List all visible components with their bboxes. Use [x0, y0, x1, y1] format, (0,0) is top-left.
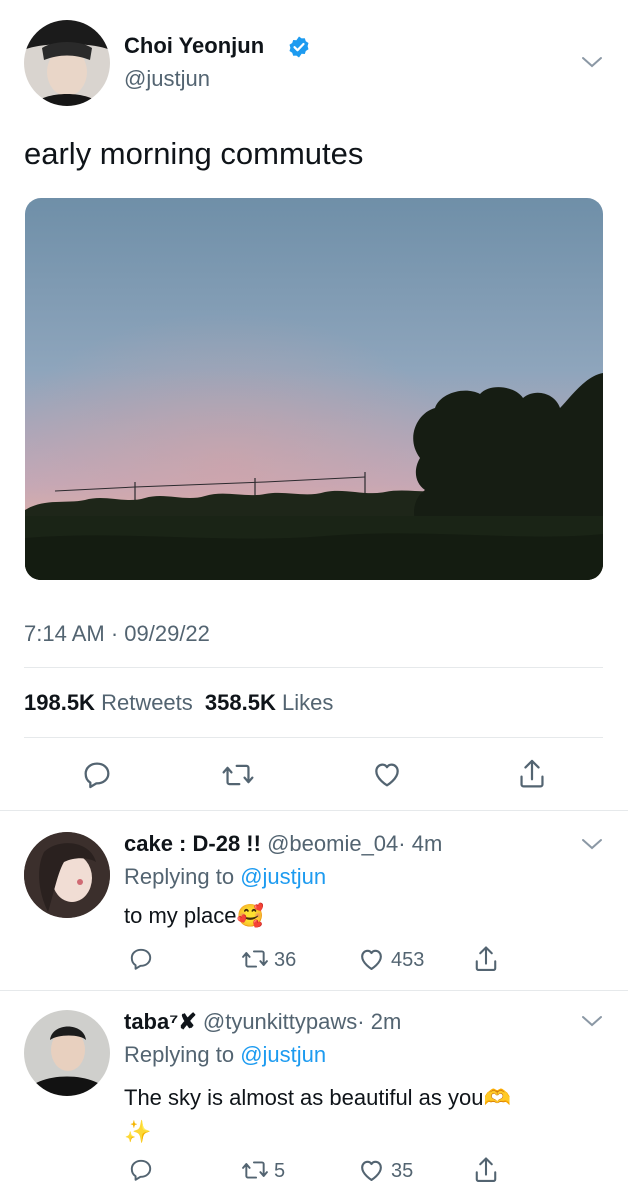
reply-icon[interactable]: [128, 1157, 154, 1183]
like-icon[interactable]: [357, 945, 386, 973]
divider: [0, 810, 628, 811]
like-icon[interactable]: [357, 1156, 386, 1184]
like-count: 453: [391, 949, 425, 971]
share-icon[interactable]: [472, 944, 500, 974]
replying-to-label: Replying to: [124, 864, 235, 889]
chevron-down-icon[interactable]: [580, 836, 604, 852]
reply-icon[interactable]: [81, 759, 113, 791]
share-icon[interactable]: [472, 1155, 500, 1185]
like-count: 35: [391, 1160, 414, 1182]
reply-author-handle[interactable]: @beomie_04: [267, 831, 398, 856]
replying-to: Replying to @justjun: [124, 864, 326, 890]
chevron-down-icon[interactable]: [580, 54, 604, 70]
retweet-count: 5: [274, 1160, 286, 1182]
author-avatar[interactable]: [24, 20, 110, 106]
chevron-down-icon[interactable]: [580, 1013, 604, 1029]
reply-author-name[interactable]: cake : D-28 !!: [124, 831, 261, 856]
divider: [24, 737, 603, 738]
reply-text-body: to my place: [124, 903, 237, 928]
share-icon[interactable]: [516, 757, 548, 791]
replying-to: Replying to @justjun: [124, 1042, 326, 1068]
reply-time[interactable]: · 4m: [398, 831, 442, 856]
tweet-timestamp[interactable]: 7:14 AM · 09/29/22: [24, 621, 210, 647]
reply-time[interactable]: · 2m: [357, 1009, 401, 1034]
likes-count[interactable]: 358.5K: [205, 690, 276, 715]
reply-header: taba⁷✘ @tyunkittypaws· 2m: [124, 1009, 401, 1035]
reply-icon[interactable]: [128, 946, 154, 972]
reply-text: to my place🥰: [124, 903, 264, 929]
retweet-count: 36: [274, 949, 297, 971]
retweet-icon[interactable]: [240, 946, 270, 972]
divider: [24, 667, 603, 668]
retweet-icon[interactable]: [240, 1157, 270, 1183]
tweet-stats: 198.5K Retweets 358.5K Likes: [24, 690, 333, 716]
sparkles-emoji: ✨: [124, 1119, 152, 1144]
reply-text: The sky is almost as beautiful as you🫶 ✨: [124, 1081, 604, 1149]
reply-avatar[interactable]: [24, 832, 110, 918]
author-handle[interactable]: @justjun: [124, 66, 210, 92]
reply-text-body: The sky is almost as beautiful as you: [124, 1085, 484, 1110]
emoji: 🥰: [236, 903, 264, 928]
replying-to-label: Replying to: [124, 1042, 235, 1067]
retweet-icon[interactable]: [221, 759, 255, 791]
reply-author-name[interactable]: taba⁷✘: [124, 1009, 197, 1034]
replying-to-handle[interactable]: @justjun: [240, 864, 326, 889]
divider: [0, 990, 628, 991]
tweet-text: early morning commutes: [24, 136, 364, 171]
emoji: 🫶: [483, 1085, 511, 1110]
like-icon[interactable]: [370, 758, 404, 790]
reply-header: cake : D-28 !! @beomie_04· 4m: [124, 831, 442, 857]
reply-author-handle[interactable]: @tyunkittypaws: [203, 1009, 357, 1034]
retweets-label[interactable]: Retweets: [101, 690, 193, 715]
author-name[interactable]: Choi Yeonjun: [124, 33, 264, 59]
reply-avatar[interactable]: [24, 1010, 110, 1096]
verified-badge-icon: [287, 35, 311, 59]
retweets-count[interactable]: 198.5K: [24, 690, 95, 715]
likes-label[interactable]: Likes: [282, 690, 333, 715]
tweet-image[interactable]: [25, 198, 603, 580]
replying-to-handle[interactable]: @justjun: [240, 1042, 326, 1067]
